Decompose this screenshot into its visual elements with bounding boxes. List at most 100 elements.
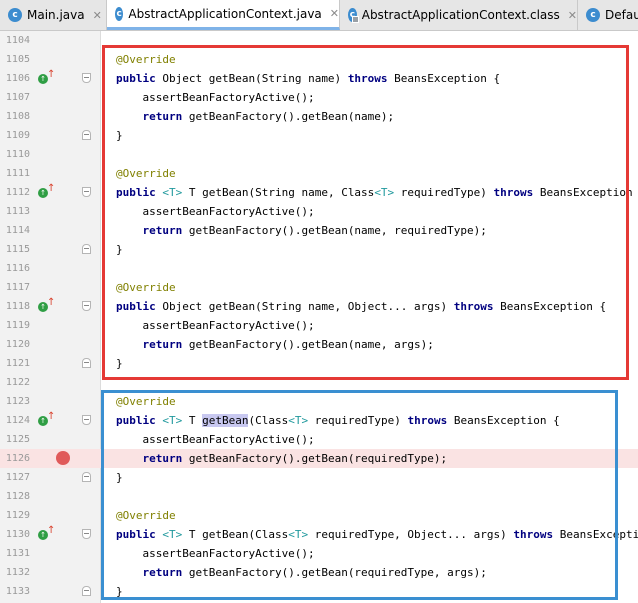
code-line[interactable]: 1104 (0, 31, 638, 50)
class-file-icon: c (348, 8, 359, 23)
tab-label: AbstractApplicationContext.class (361, 8, 560, 22)
code-line[interactable]: 1114 return getBeanFactory().getBean(nam… (0, 221, 638, 240)
code-line[interactable]: 1117 @Override (0, 278, 638, 297)
override-method-icon[interactable]: ↑ ↑ (38, 526, 55, 541)
code-text: @Override (116, 53, 176, 66)
override-method-icon[interactable]: ↑ ↑ (38, 298, 55, 313)
line-number: 1107 (5, 92, 30, 103)
line-number: 1111 (5, 168, 30, 179)
code-text: return getBeanFactory().getBean(name); (142, 110, 395, 123)
line-number: 1126 (5, 453, 30, 464)
code-line[interactable]: 1132 return getBeanFactory().getBean(req… (0, 563, 638, 582)
line-number: 1129 (5, 510, 30, 521)
code-line[interactable]: 1109} (0, 126, 638, 145)
code-line[interactable]: 1133} (0, 582, 638, 601)
code-line[interactable]: 1105 @Override (0, 50, 638, 69)
fold-toggle-icon[interactable] (82, 358, 91, 368)
line-number: 1120 (5, 339, 30, 350)
line-number: 1121 (5, 358, 30, 369)
code-line[interactable]: 1111 @Override (0, 164, 638, 183)
fold-toggle-icon[interactable] (82, 586, 91, 596)
code-line[interactable]: 1107 assertBeanFactoryActive(); (0, 88, 638, 107)
line-number: 1123 (5, 396, 30, 407)
tab-3[interactable]: c Defau (578, 0, 638, 30)
code-line[interactable]: 1112 ↑ ↑ public <T> T getBean(String name, … (0, 183, 638, 202)
override-method-icon[interactable]: ↑ ↑ (38, 412, 55, 427)
line-number: 1105 (5, 54, 30, 65)
tab-label: AbstractApplicationContext.java (128, 6, 322, 21)
code-text: public <T> T getBean(String name, Class<… (116, 186, 638, 199)
code-text: @Override (116, 509, 176, 522)
code-text: assertBeanFactoryActive(); (116, 433, 315, 446)
code-line[interactable]: 1127} (0, 468, 638, 487)
close-tab-icon[interactable]: ✕ (568, 9, 577, 22)
code-line[interactable]: 1126 return getBeanFactory().getBean(req… (0, 449, 638, 468)
fold-toggle-icon[interactable] (82, 130, 91, 140)
fold-toggle-icon[interactable] (82, 73, 91, 83)
fold-toggle-icon[interactable] (82, 187, 91, 197)
line-number: 1113 (5, 206, 30, 217)
line-number: 1130 (5, 529, 30, 540)
line-number: 1110 (5, 149, 30, 160)
tab-2[interactable]: c AbstractApplicationContext.class ✕ (340, 0, 578, 30)
java-class-icon: c (586, 8, 600, 22)
line-number: 1109 (5, 130, 30, 141)
line-number: 1122 (5, 377, 30, 388)
code-line[interactable]: 1121} (0, 354, 638, 373)
code-line[interactable]: 1122 (0, 373, 638, 392)
code-line[interactable]: 1106 ↑ ↑ public Object getBean(String name)… (0, 69, 638, 88)
code-line[interactable]: 1120 return getBeanFactory().getBean(nam… (0, 335, 638, 354)
line-number: 1131 (5, 548, 30, 559)
code-line[interactable]: 1125 assertBeanFactoryActive(); (0, 430, 638, 449)
code-text: @Override (116, 167, 176, 180)
fold-toggle-icon[interactable] (82, 301, 91, 311)
code-line[interactable]: 1130 ↑ ↑ public <T> T getBean(Class<T> requ… (0, 525, 638, 544)
java-class-icon: c (8, 8, 22, 22)
code-line[interactable]: 1124 ↑ ↑ public <T> T getBean(Class<T> requ… (0, 411, 638, 430)
line-number: 1119 (5, 320, 30, 331)
code-line[interactable]: 1115} (0, 240, 638, 259)
code-line[interactable]: 1123 @Override (0, 392, 638, 411)
close-tab-icon[interactable]: ✕ (330, 7, 339, 20)
tab-0[interactable]: c Main.java ✕ (0, 0, 107, 30)
line-number: 1132 (5, 567, 30, 578)
code-line[interactable]: 1131 assertBeanFactoryActive(); (0, 544, 638, 563)
code-line[interactable]: 1118 ↑ ↑ public Object getBean(String name,… (0, 297, 638, 316)
fold-toggle-icon[interactable] (82, 244, 91, 254)
close-tab-icon[interactable]: ✕ (93, 9, 102, 22)
code-text: return getBeanFactory().getBean(required… (142, 566, 487, 579)
code-editor[interactable]: 1104 1105 @Override 1106 ↑ ↑ public Object get… (0, 31, 638, 603)
line-number: 1104 (5, 35, 30, 46)
line-number: 1116 (5, 263, 30, 274)
code-line[interactable]: 1119 assertBeanFactoryActive(); (0, 316, 638, 335)
fold-toggle-icon[interactable] (82, 415, 91, 425)
override-method-icon[interactable]: ↑ ↑ (38, 184, 55, 199)
editor-tab-bar: c Main.java ✕ c AbstractApplicationContext.j… (0, 0, 638, 31)
code-text: } (116, 243, 123, 256)
code-line[interactable]: 1116 (0, 259, 638, 278)
line-number: 1117 (5, 282, 30, 293)
breakpoint-icon[interactable] (56, 451, 70, 465)
code-text: return getBeanFactory().getBean(required… (142, 452, 448, 465)
code-line[interactable]: 1128 (0, 487, 638, 506)
code-line[interactable]: 1110 (0, 145, 638, 164)
fold-toggle-icon[interactable] (82, 529, 91, 539)
override-method-icon[interactable]: ↑ ↑ (38, 70, 55, 85)
code-text: } (116, 129, 123, 142)
code-text: } (116, 357, 123, 370)
code-text: assertBeanFactoryActive(); (116, 205, 315, 218)
code-line[interactable]: 1129 @Override (0, 506, 638, 525)
code-line[interactable]: 1108 return getBeanFactory().getBean(nam… (0, 107, 638, 126)
code-line[interactable]: 1113 assertBeanFactoryActive(); (0, 202, 638, 221)
line-number: 1114 (5, 225, 30, 236)
line-number: 1112 (5, 187, 30, 198)
tab-1[interactable]: c AbstractApplicationContext.java ✕ (107, 0, 340, 30)
code-text: assertBeanFactoryActive(); (116, 319, 315, 332)
tab-label: Main.java (27, 8, 85, 22)
code-text: return getBeanFactory().getBean(name, re… (142, 224, 487, 237)
fold-toggle-icon[interactable] (82, 472, 91, 482)
code-text: assertBeanFactoryActive(); (116, 547, 315, 560)
code-text: public <T> T getBean(Class<T> requiredTy… (116, 414, 560, 427)
line-number: 1106 (5, 73, 30, 84)
code-text: } (116, 471, 123, 484)
